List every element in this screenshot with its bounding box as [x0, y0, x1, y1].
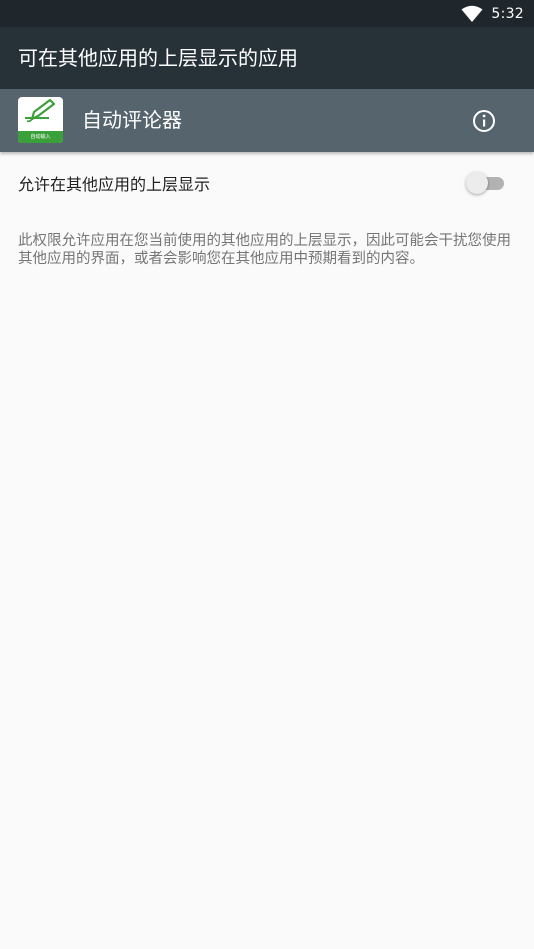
overlay-permission-setting[interactable]: 允许在其他应用的上层显示 [0, 152, 534, 214]
setting-label: 允许在其他应用的上层显示 [18, 175, 211, 194]
app-icon-caption: 自动输入 [30, 134, 51, 140]
overlay-permission-toggle[interactable] [466, 172, 506, 194]
page-title: 可在其他应用的上层显示的应用 [18, 46, 298, 70]
info-icon[interactable] [470, 107, 498, 135]
app-name: 自动评论器 [82, 108, 182, 132]
pencil-icon [25, 98, 56, 123]
app-bar: 可在其他应用的上层显示的应用 [0, 27, 534, 89]
permission-description: 此权限允许应用在您当前使用的其他应用的上层显示，因此可能会干扰您使用其他应用的界… [18, 233, 511, 267]
toggle-thumb [466, 172, 488, 194]
status-indicators: 5:32 [461, 0, 524, 27]
app-header: 自动输入 自动评论器 [0, 89, 534, 152]
status-bar: 5:32 [0, 0, 534, 27]
wifi-icon [461, 5, 483, 23]
app-icon: 自动输入 [18, 97, 63, 143]
status-time: 5:32 [491, 5, 524, 22]
